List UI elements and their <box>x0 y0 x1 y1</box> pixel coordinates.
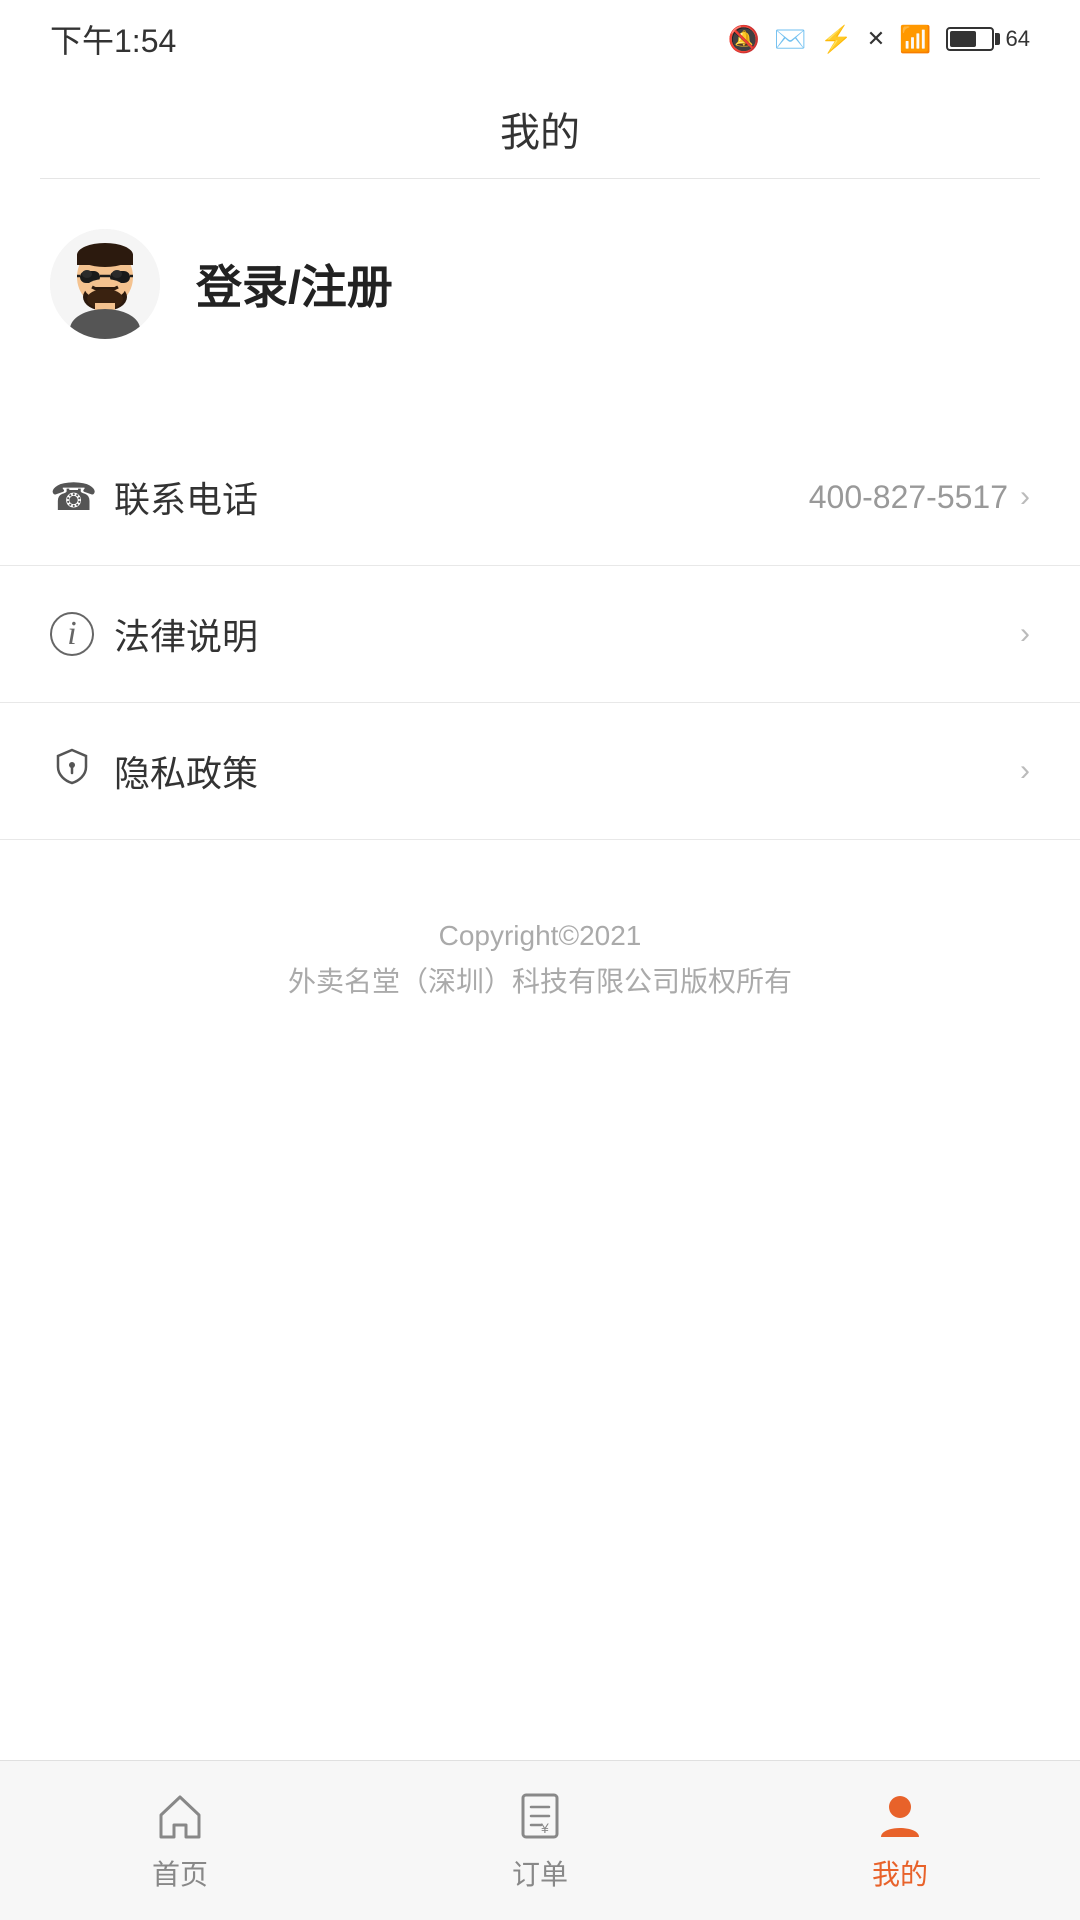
privacy-right: › <box>1020 754 1030 788</box>
privacy-left: 隐私政策 <box>50 745 258 797</box>
contact-phone-label: 联系电话 <box>114 471 258 523</box>
battery-indicator: 64 <box>946 26 1030 52</box>
copyright-line1: Copyright©2021 <box>40 920 1040 952</box>
legal-label: 法律说明 <box>114 608 258 660</box>
status-time: 下午1:54 <box>50 16 176 62</box>
info-circle-icon: i <box>50 612 94 656</box>
copyright-line2: 外卖名堂（深圳）科技有限公司版权所有 <box>40 960 1040 1000</box>
mail-icon: ✉️ <box>774 24 806 55</box>
battery-x-icon: ✕ <box>867 26 885 52</box>
mute-icon: 🔕 <box>728 24 760 55</box>
menu-list: ☎ 联系电话 400-827-5517 › i 法律说明 › 隐私政策 <box>0 429 1080 840</box>
wifi-icon: 📶 <box>899 24 931 55</box>
phone-icon: ☎ <box>50 475 94 520</box>
avatar-image <box>50 229 160 339</box>
privacy-label: 隐私政策 <box>114 745 258 797</box>
legal-left: i 法律说明 <box>50 608 258 660</box>
person-icon <box>873 1789 927 1843</box>
nav-order[interactable]: ¥ 订单 <box>360 1789 720 1893</box>
status-icons: 🔕 ✉️ ⚡ ✕ 📶 64 <box>728 24 1030 55</box>
profile-section[interactable]: 登录/注册 <box>0 179 1080 389</box>
copyright-section: Copyright©2021 外卖名堂（深圳）科技有限公司版权所有 <box>0 840 1080 1040</box>
contact-phone-left: ☎ 联系电话 <box>50 471 258 523</box>
order-icon: ¥ <box>513 1789 567 1843</box>
avatar[interactable] <box>50 229 160 339</box>
battery-level: 64 <box>1006 26 1030 52</box>
chevron-right-icon-3: › <box>1020 754 1030 788</box>
legal-item[interactable]: i 法律说明 › <box>0 566 1080 703</box>
shield-icon <box>50 747 94 795</box>
contact-phone-value: 400-827-5517 <box>809 479 1008 516</box>
contact-phone-right: 400-827-5517 › <box>809 479 1030 516</box>
nav-home-label: 首页 <box>152 1853 208 1893</box>
home-icon <box>153 1789 207 1843</box>
contact-phone-item[interactable]: ☎ 联系电话 400-827-5517 › <box>0 429 1080 566</box>
nav-mine-label: 我的 <box>872 1853 928 1893</box>
legal-right: › <box>1020 617 1030 651</box>
chevron-right-icon-2: › <box>1020 617 1030 651</box>
status-bar: 下午1:54 🔕 ✉️ ⚡ ✕ 📶 64 <box>0 0 1080 70</box>
privacy-item[interactable]: 隐私政策 › <box>0 703 1080 840</box>
nav-order-label: 订单 <box>512 1853 568 1893</box>
page-title: 我的 <box>0 100 1080 158</box>
bottom-nav: 首页 ¥ 订单 我的 <box>0 1760 1080 1920</box>
nav-mine[interactable]: 我的 <box>720 1789 1080 1893</box>
flash-icon: ⚡ <box>820 24 852 55</box>
login-register-text[interactable]: 登录/注册 <box>196 251 393 317</box>
svg-text:¥: ¥ <box>540 1820 549 1836</box>
chevron-right-icon: › <box>1020 480 1030 514</box>
nav-home[interactable]: 首页 <box>0 1789 360 1893</box>
page-title-section: 我的 <box>0 70 1080 178</box>
